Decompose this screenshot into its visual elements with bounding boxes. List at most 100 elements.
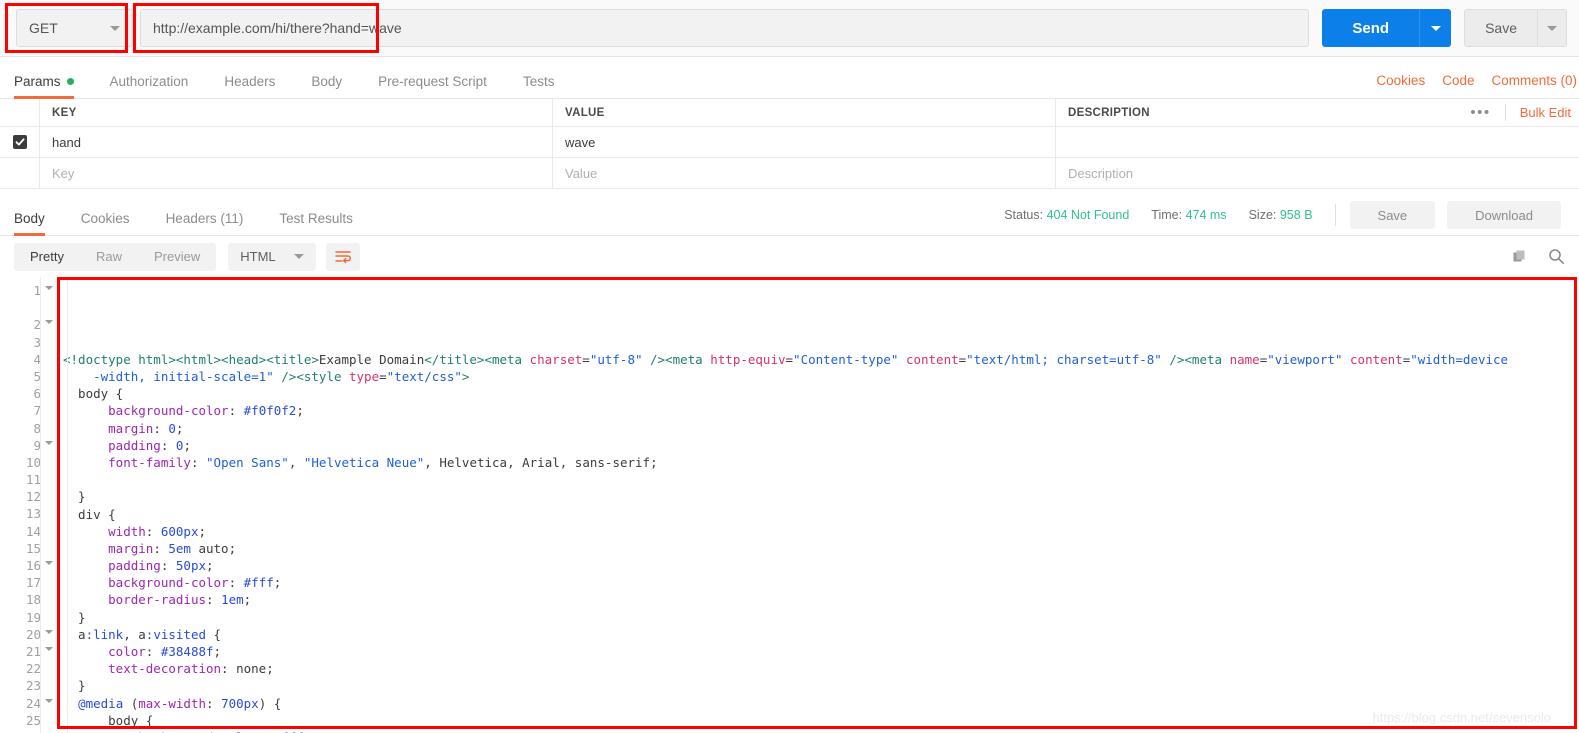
editor-code-line: background-color: #f0f0f2;: [108, 403, 304, 419]
editor-code-line: margin: 5em auto;: [108, 540, 237, 556]
status-value: 404 Not Found: [1046, 208, 1130, 222]
row-checkbox-cell: [0, 127, 40, 157]
cookies-link[interactable]: Cookies: [1376, 73, 1425, 88]
search-response-button[interactable]: [1548, 248, 1565, 265]
response-tab-test-results[interactable]: Test Results: [279, 211, 353, 236]
editor-code-line: width: 600px;: [108, 523, 207, 539]
size-label: Size:: [1248, 208, 1277, 222]
response-tab-headers[interactable]: Headers (11): [166, 211, 244, 236]
header-checkbox-cell: [0, 99, 40, 126]
editor-code-line: padding: 0;: [108, 437, 191, 453]
editor-code-line: -width, initial-scale=1" /><style type="…: [93, 369, 470, 384]
editor-line-number: 20: [0, 626, 57, 643]
tab-params-label: Params: [14, 73, 61, 89]
editor-code-line: div {: [63, 506, 116, 522]
fold-triangle-icon[interactable]: [45, 698, 53, 703]
view-raw-button[interactable]: Raw: [80, 243, 138, 271]
view-preview-button[interactable]: Preview: [138, 243, 216, 271]
tab-tests[interactable]: Tests: [523, 74, 555, 99]
row-key-input[interactable]: hand: [40, 127, 553, 157]
fold-triangle-icon[interactable]: [45, 440, 53, 445]
header-description-cell: DESCRIPTION ••• Bulk Edit: [1056, 99, 1579, 126]
word-wrap-toggle[interactable]: [325, 242, 360, 271]
code-link[interactable]: Code: [1442, 73, 1474, 88]
editor-code-line: }: [63, 678, 86, 694]
editor-code-line: text-decoration: none;: [108, 661, 274, 677]
row-value-input[interactable]: wave: [553, 127, 1056, 157]
tab-params[interactable]: Params: [14, 73, 74, 99]
request-tabs-links: Cookies Code Comments (0): [1359, 73, 1579, 98]
download-response-button[interactable]: Download: [1447, 201, 1561, 229]
editor-code-line: background-color: #fff;: [108, 575, 282, 591]
copy-response-button[interactable]: [1512, 249, 1528, 265]
send-group: Send: [1322, 9, 1452, 47]
editor-line-number: 17: [25, 575, 41, 591]
header-key-label: KEY: [52, 106, 77, 119]
row-key-value: hand: [52, 134, 81, 150]
editor-line-number: 7: [33, 403, 41, 419]
time-badge: Time: 474 ms: [1151, 208, 1226, 222]
table-row[interactable]: hand wave: [0, 127, 1579, 158]
size-value: 958 B: [1279, 208, 1313, 222]
editor-line-number: [0, 299, 57, 316]
fold-triangle-icon[interactable]: [45, 286, 53, 290]
request-url-input[interactable]: http://example.com/hi/there?hand=wave: [140, 9, 1310, 47]
editor-code-line: }: [63, 489, 86, 505]
tab-headers[interactable]: Headers: [224, 74, 275, 99]
tab-pre-request-script[interactable]: Pre-request Script: [378, 74, 487, 99]
editor-code-line: padding: 50px;: [108, 558, 214, 574]
ellipsis-icon[interactable]: •••: [1456, 104, 1506, 121]
body-format-select[interactable]: HTML: [228, 242, 316, 271]
row-enabled-checkbox[interactable]: [12, 135, 27, 149]
row-value-value: wave: [565, 134, 596, 150]
fold-triangle-icon[interactable]: [45, 561, 53, 565]
size-badge: Size: 958 B: [1249, 208, 1313, 222]
watermark: https://blog.csdn.net/sevensolo: [1372, 710, 1551, 725]
comments-link[interactable]: Comments (0): [1491, 73, 1577, 88]
editor-line-number: 6: [33, 386, 41, 402]
response-bar: Body Cookies Headers (11) Test Results S…: [0, 193, 1579, 236]
request-bar: GET http://example.com/hi/there?hand=wav…: [0, 0, 1579, 57]
params-header-actions: ••• Bulk Edit: [1456, 99, 1571, 126]
http-method-label: GET: [29, 20, 58, 36]
save-options-button[interactable]: [1537, 9, 1567, 47]
fold-triangle-icon[interactable]: [45, 629, 53, 634]
bulk-edit-button[interactable]: Bulk Edit: [1506, 105, 1571, 120]
editor-code-line: margin: 0;: [108, 420, 184, 436]
body-format-label: HTML: [240, 249, 276, 264]
fold-triangle-icon[interactable]: [45, 320, 53, 325]
response-tab-body[interactable]: Body: [14, 211, 45, 236]
fold-triangle-icon[interactable]: [45, 646, 53, 651]
editor-code-line: <!doctype html><html><head><title>Exampl…: [63, 351, 1509, 367]
save-request-button[interactable]: Save: [1464, 9, 1537, 47]
table-row-empty[interactable]: Key Value Description: [0, 158, 1579, 189]
row-description-input[interactable]: [1056, 127, 1579, 157]
editor-code-line: background-color: #fff;: [63, 729, 1579, 733]
response-code-editor[interactable]: 1 2 3 4 5 6 7 8 9 10 11 12 13 14 15 16 17 18 19 20 21 22 23 24 2…: [0, 277, 1579, 733]
chevron-down-icon: [293, 254, 304, 259]
new-description-input[interactable]: Description: [1056, 158, 1579, 188]
send-options-button[interactable]: [1419, 9, 1452, 47]
new-key-input[interactable]: Key: [40, 158, 553, 188]
chevron-down-icon: [110, 25, 120, 31]
editor-code-content[interactable]: <!doctype html><html><head><title>Exampl…: [40, 277, 1579, 733]
request-tabs: Params Authorization Headers Body Pre-re…: [0, 57, 1579, 99]
new-description-placeholder: Description: [1068, 165, 1134, 181]
status-badge: Status: 404 Not Found: [1004, 208, 1129, 222]
editor-code-line: border-radius: 1em;: [108, 592, 252, 608]
http-method-select[interactable]: GET: [16, 9, 133, 47]
header-value-cell: VALUE: [553, 99, 1056, 126]
send-button[interactable]: Send: [1322, 9, 1420, 47]
save-response-button[interactable]: Save: [1349, 201, 1436, 229]
empty-row-checkbox-cell: [0, 158, 40, 188]
view-pretty-button[interactable]: Pretty: [14, 243, 80, 271]
new-value-input[interactable]: Value: [553, 158, 1056, 188]
editor-line-number: 5: [33, 368, 41, 384]
response-tab-cookies[interactable]: Cookies: [81, 211, 130, 236]
editor-code-line: @media (max-width: 700px) {: [78, 695, 282, 711]
divider: [1334, 204, 1336, 226]
tab-authorization[interactable]: Authorization: [110, 74, 189, 99]
editor-code-line: color: #38488f;: [108, 644, 222, 659]
editor-line-numbers: 1 2 3 4 5 6 7 8 9 10 11 12 13 14 15 16 17 18 19 20 21 22 23 24 2…: [0, 277, 57, 733]
tab-body[interactable]: Body: [311, 74, 342, 99]
